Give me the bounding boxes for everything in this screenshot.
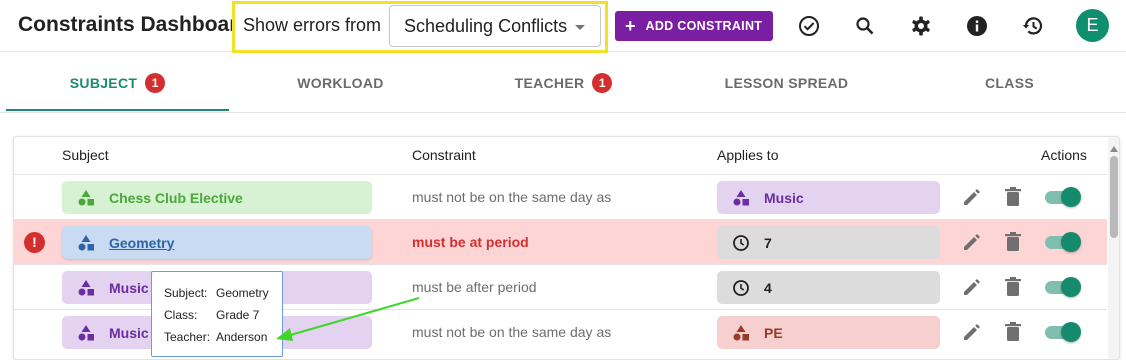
applies-to-value: 7 — [764, 234, 772, 251]
edit-icon[interactable] — [962, 322, 982, 347]
tab-teacher[interactable]: TEACHER 1 — [452, 52, 675, 113]
table-scrollbar[interactable] — [1108, 137, 1119, 359]
tab-label: LESSON SPREAD — [724, 74, 849, 91]
applies-to-chip[interactable]: 7 — [717, 226, 940, 259]
tooltip-class-line: Class: Grade 7 — [164, 308, 259, 322]
subject-name: Music — [109, 324, 149, 341]
tooltip-key: Teacher: — [164, 330, 211, 344]
filter-label: Show errors from — [243, 15, 382, 35]
tooltip-subject-line: Subject: Geometry — [164, 286, 269, 300]
history-icon[interactable] — [1021, 14, 1045, 38]
applies-to-value: PE — [764, 324, 783, 341]
scrollbar-thumb[interactable] — [1110, 156, 1118, 238]
delete-icon[interactable] — [1004, 231, 1022, 258]
applies-to-value: 4 — [764, 279, 772, 296]
delete-icon[interactable] — [1004, 186, 1022, 213]
subject-name: Geometry — [109, 234, 175, 251]
tab-class[interactable]: CLASS — [898, 52, 1121, 113]
column-header-constraint: Constraint — [412, 147, 476, 163]
table-row[interactable]: ! Geometry must be at period 7 — [14, 219, 1107, 264]
column-header-subject: Subject — [62, 147, 109, 163]
shapes-icon — [78, 279, 94, 295]
app-title: Constraints Dashboard — [18, 13, 251, 36]
edit-icon[interactable] — [962, 277, 982, 302]
tab-workload[interactable]: WORKLOAD — [229, 52, 452, 113]
constraints-dashboard-page: Constraints Dashboard Show errors from S… — [0, 0, 1126, 360]
tab-subject[interactable]: SUBJECT 1 — [6, 52, 229, 113]
constraint-text: must be after period — [412, 279, 537, 295]
delete-icon[interactable] — [1004, 321, 1022, 348]
constraint-text: must not be on the same day as — [412, 324, 612, 340]
subject-chip[interactable]: Chess Club Elective — [62, 181, 372, 214]
constraint-text: must not be on the same day as — [412, 189, 612, 205]
scroll-up-arrow-icon[interactable] — [1110, 146, 1118, 152]
search-icon[interactable] — [853, 14, 877, 38]
subject-name: Music — [109, 279, 149, 296]
app-header: Constraints Dashboard Show errors from S… — [0, 0, 1126, 53]
active-tab-indicator — [6, 109, 229, 111]
applies-to-chip[interactable]: Music — [717, 181, 940, 214]
tooltip-value: Anderson — [216, 330, 268, 344]
shapes-icon — [78, 189, 94, 205]
constraint-text: must be at period — [412, 234, 529, 250]
tab-label: TEACHER — [514, 74, 585, 91]
tab-lesson-spread[interactable]: LESSON SPREAD — [675, 52, 898, 113]
tooltip-value: Grade 7 — [216, 308, 260, 322]
error-count-badge: 1 — [592, 72, 613, 93]
error-count-badge: 1 — [145, 72, 166, 93]
add-constraint-button[interactable]: + ADD CONSTRAINT — [615, 11, 773, 41]
applies-to-value: Music — [764, 189, 804, 206]
error-source-select[interactable]: Scheduling Conflicts — [389, 5, 601, 47]
tooltip-key: Subject: — [164, 286, 208, 300]
tooltip-teacher-line: Teacher: Anderson — [164, 330, 267, 344]
shapes-icon — [733, 324, 749, 340]
edit-icon[interactable] — [962, 187, 982, 212]
shapes-icon — [733, 189, 749, 205]
table-row[interactable]: Chess Club Elective must not be on the s… — [14, 174, 1107, 219]
tab-label: SUBJECT — [69, 74, 138, 91]
gear-icon[interactable] — [909, 14, 933, 38]
plus-icon: + — [625, 16, 636, 36]
enabled-toggle[interactable] — [1043, 231, 1083, 253]
applies-to-chip[interactable]: PE — [717, 316, 940, 349]
add-constraint-label: ADD CONSTRAINT — [645, 19, 763, 33]
edit-icon[interactable] — [962, 232, 982, 257]
tab-bar: SUBJECT 1 WORKLOAD TEACHER 1 LESSON SPRE… — [0, 52, 1126, 113]
subject-details-tooltip: Subject: Geometry Class: Grade 7 Teacher: A… — [151, 271, 283, 357]
shapes-icon — [78, 234, 94, 250]
clock-icon — [733, 279, 749, 296]
toggle-thumb — [1061, 277, 1081, 297]
tab-label: CLASS — [985, 74, 1034, 91]
enabled-toggle[interactable] — [1043, 276, 1083, 298]
error-icon: ! — [24, 232, 45, 253]
enabled-toggle[interactable] — [1043, 321, 1083, 343]
avatar[interactable]: E — [1076, 9, 1109, 42]
toggle-thumb — [1061, 187, 1081, 207]
tooltip-key: Class: — [164, 308, 198, 322]
clock-icon — [733, 234, 749, 251]
column-header-applies-to: Applies to — [717, 147, 779, 163]
delete-icon[interactable] — [1004, 276, 1022, 303]
info-icon[interactable] — [965, 14, 989, 38]
check-circle-icon[interactable] — [797, 14, 821, 38]
shapes-icon — [78, 324, 94, 340]
column-header-actions: Actions — [1041, 147, 1087, 163]
error-source-value: Scheduling Conflicts — [404, 16, 568, 36]
enabled-toggle[interactable] — [1043, 186, 1083, 208]
tab-label: WORKLOAD — [297, 74, 384, 91]
subject-chip[interactable]: Geometry — [62, 226, 372, 259]
toggle-thumb — [1061, 322, 1081, 342]
chevron-down-icon — [575, 25, 585, 30]
toggle-thumb — [1061, 232, 1081, 252]
subject-name: Chess Club Elective — [109, 189, 243, 206]
applies-to-chip[interactable]: 4 — [717, 271, 940, 304]
tooltip-value: Geometry — [216, 286, 269, 300]
